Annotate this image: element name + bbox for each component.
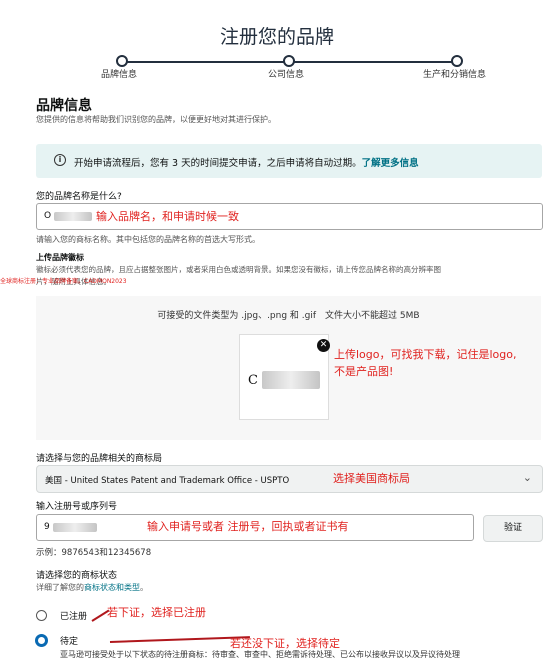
redacted-brand-name — [54, 212, 92, 221]
redacted-logo — [262, 371, 320, 389]
trademark-office-label: 请选择与您的品牌相关的商标局 — [36, 454, 163, 464]
expiry-banner: i 开始申请流程后，您有 3 天的时间提交申请，之后申请将自动过期。了解更多信息 — [36, 144, 542, 178]
radio-pending-label: 待定 — [60, 637, 79, 647]
logo-preview-letter: C — [248, 373, 258, 388]
annotation-logo: 上传logo，可找我下载，记住是logo, 不是产品图! — [334, 346, 517, 380]
brand-name-label: 您的品牌名称是什么? — [36, 192, 122, 202]
step-label-distribution: 生产和分销信息 — [423, 70, 487, 80]
brand-name-value: O — [44, 211, 52, 221]
logo-help-line1: 徽标必须代表您的品牌，且应占据整张图片，或者采用白色或透明背景。如果您没有徽标，… — [36, 265, 441, 274]
banner-text-wrap: 开始申请流程后，您有 3 天的时间提交申请，之后申请将自动过期。了解更多信息 — [74, 155, 419, 169]
close-icon[interactable]: ✕ — [317, 339, 330, 352]
registration-number-value: 9 — [44, 522, 50, 532]
annotation-brand-name: 输入品牌名，和申请时候一致 — [96, 210, 239, 223]
page-title: 注册您的品牌 — [219, 26, 334, 48]
section-description: 您提供的信息将帮助我们识别您的品牌，以便更好地对其进行保护。 — [36, 115, 276, 124]
step-label-company: 公司信息 — [268, 70, 305, 80]
info-icon: i — [54, 154, 66, 166]
step-dot-distribution — [451, 55, 463, 67]
status-help-prefix: 详细了解您的 — [36, 583, 84, 592]
trademark-office-selected: 美国 - United States Patent and Trademark … — [45, 476, 290, 486]
brand-name-help: 请输入您的商标名称。其中包括您的品牌名称的首选大写形式。 — [36, 235, 260, 244]
trademark-status-help: 详细了解您的商标状态和类型。 — [36, 582, 148, 593]
step-dot-brand — [116, 55, 128, 67]
step-dot-company — [283, 55, 295, 67]
step-label-brand: 品牌信息 — [101, 70, 138, 80]
radio-registered[interactable] — [36, 610, 47, 621]
annotation-registration-number: 输入申请号或者 注册号，回执或者证书有 — [147, 520, 349, 533]
section-title: 品牌信息 — [36, 98, 92, 114]
logo-label: 上传品牌徽标 — [36, 253, 84, 262]
status-types-link[interactable]: 商标状态和类型 — [84, 583, 140, 592]
registration-number-example: 示例：9876543和12345678 — [36, 548, 152, 558]
annotation-arrow-pending — [109, 636, 250, 643]
learn-more-link[interactable]: 了解更多信息 — [362, 158, 419, 169]
trademark-status-label: 请选择您的商标状态 — [36, 571, 118, 581]
logo-preview: C — [239, 334, 329, 420]
banner-text: 开始申请流程后，您有 3 天的时间提交申请，之后申请将自动过期。 — [74, 158, 362, 169]
annotation-logo-line2: 不是产品图! — [334, 365, 394, 378]
status-help-suffix: 。 — [140, 583, 148, 592]
radio-registered-label: 已注册 — [60, 612, 88, 622]
radio-pending[interactable] — [35, 634, 48, 647]
annotation-trademark-office: 选择美国商标局 — [333, 472, 410, 485]
chevron-down-icon: ⌄ — [522, 471, 532, 484]
verify-button[interactable]: 验证 — [483, 515, 543, 542]
watermark-text: 全球商标注册：专业品牌备案。CADMON2023 — [0, 278, 127, 285]
accepted-file-types: 可接受的文件类型为 .jpg、.png 和 .gif 文件大小不能超过 5MB — [157, 311, 420, 321]
trademark-office-select[interactable]: 美国 - United States Patent and Trademark … — [36, 465, 543, 493]
annotation-registered: 若下证，选择已注册 — [107, 606, 206, 619]
registration-number-label: 输入注册号或序列号 — [36, 502, 118, 512]
redacted-registration-number — [53, 523, 97, 532]
pending-note: 亚马逊可接受处于以下状态的待注册商标：待审查、审查中、拒绝需诉待处理、已公布以接… — [60, 650, 460, 659]
annotation-logo-line1: 上传logo，可找我下载，记住是logo, — [334, 348, 517, 361]
